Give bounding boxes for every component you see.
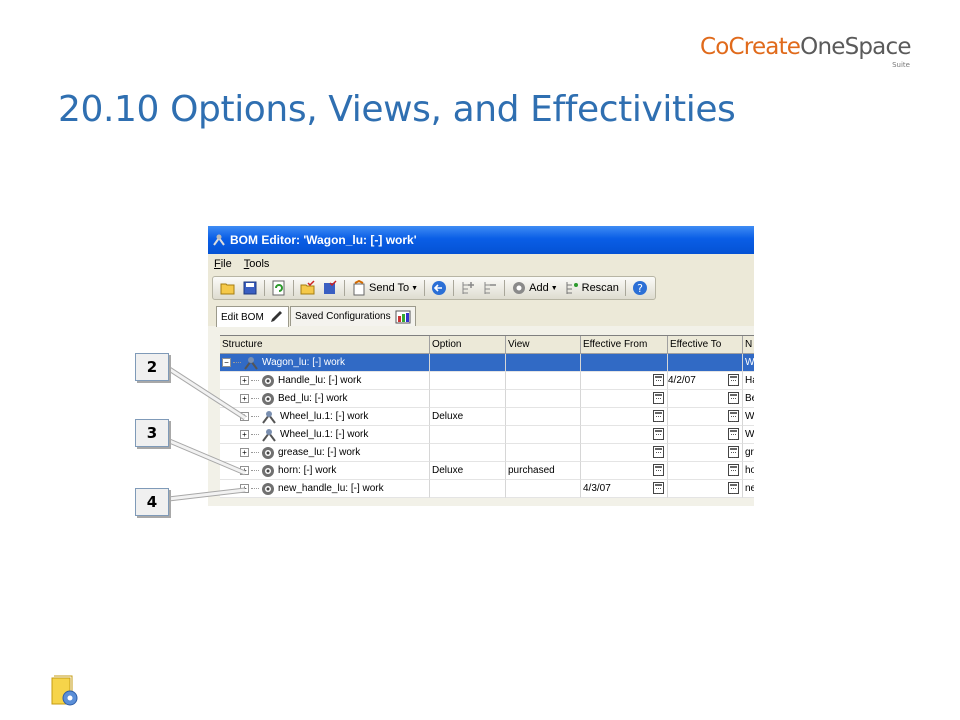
callout-4: 4 [135, 488, 169, 516]
document-gear-icon [51, 675, 78, 706]
pencil-icon [270, 311, 282, 322]
callout-2: 2 [135, 353, 169, 381]
callout-3: 3 [135, 419, 169, 447]
tab-edit-bom[interactable]: Edit BOM [216, 306, 289, 327]
tab-edit-bom-label: Edit BOM [221, 311, 264, 323]
